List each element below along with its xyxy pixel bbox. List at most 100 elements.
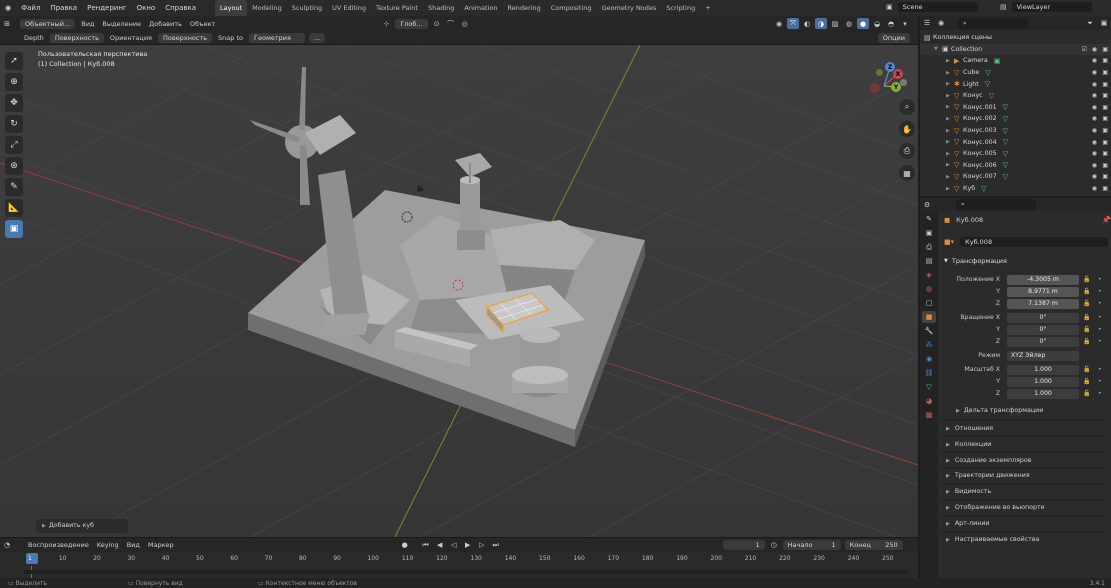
shading-wireframe-icon[interactable]: ◍ bbox=[843, 18, 855, 29]
tab-rendering[interactable]: Rendering bbox=[503, 0, 546, 16]
camera-render-icon[interactable]: ▣ bbox=[1102, 92, 1108, 99]
menu-object[interactable]: Объект bbox=[186, 20, 219, 28]
collapsed-panel[interactable]: ▶ Настраиваемые свойства bbox=[942, 530, 1107, 546]
eye-icon[interactable]: ◉ bbox=[1092, 81, 1097, 88]
eye-icon[interactable]: ◉ bbox=[1092, 150, 1097, 157]
expand-icon[interactable]: ▶ bbox=[946, 139, 954, 145]
expand-icon[interactable]: ▶ bbox=[946, 128, 954, 134]
output-tab-icon[interactable]: ⎙ bbox=[922, 241, 936, 253]
shading-material-icon[interactable]: ◒ bbox=[871, 18, 883, 29]
options-dropdown[interactable]: Опции bbox=[877, 32, 910, 43]
camera-render-icon[interactable]: ▣ bbox=[1102, 46, 1108, 53]
camera-render-icon[interactable]: ▣ bbox=[1102, 150, 1108, 157]
editor-type-icon[interactable]: ⊞ bbox=[1, 18, 13, 29]
add-cube-tool-icon[interactable]: ▣ bbox=[5, 220, 23, 238]
outliner-search[interactable]: ⌕ bbox=[958, 17, 1028, 29]
eye-icon[interactable]: ◉ bbox=[1092, 139, 1097, 146]
view-layer-tab-icon[interactable]: ▤ bbox=[922, 255, 936, 267]
expand-icon[interactable]: ▶ bbox=[946, 104, 954, 110]
transform-tool-icon[interactable]: ⊛ bbox=[5, 157, 23, 175]
scene-collection-row[interactable]: ▤ Коллекция сцены bbox=[920, 32, 1111, 44]
keyframe-dot-icon[interactable]: • bbox=[1098, 326, 1102, 333]
keyframe-dot-icon[interactable]: • bbox=[1098, 390, 1102, 397]
transform-orientation-dropdown[interactable]: Глоб... bbox=[395, 18, 428, 29]
outliner-item[interactable]: ▶ ▽ Конус.007 ▽ ◉ ▣ bbox=[920, 171, 1111, 183]
collapsed-panel[interactable]: ▶ Отображение во вьюпорте bbox=[942, 499, 1107, 514]
expand-icon[interactable]: ▶ bbox=[946, 93, 954, 99]
tab-shading[interactable]: Shading bbox=[423, 0, 459, 16]
camera-render-icon[interactable]: ▣ bbox=[1102, 115, 1108, 122]
tool-tab-icon[interactable]: ✎ bbox=[922, 213, 936, 225]
rotation-mode-dropdown[interactable]: XYZ Эйлер bbox=[1007, 351, 1079, 361]
tab-modeling[interactable]: Modeling bbox=[247, 0, 287, 16]
eye-icon[interactable]: ◉ bbox=[1092, 46, 1097, 53]
more-options-button[interactable]: ... bbox=[309, 32, 326, 43]
physics-tab-icon[interactable]: ◉ bbox=[922, 353, 936, 365]
3d-viewport[interactable]: Пользовательская перспектива (1) Collect… bbox=[0, 45, 918, 537]
measure-tool-icon[interactable]: 📐 bbox=[5, 199, 23, 217]
outliner-item[interactable]: ▶ ▽ Конус.005 ▽ ◉ ▣ bbox=[920, 148, 1111, 160]
playback-menu[interactable]: Воспроизведение bbox=[24, 541, 93, 549]
menu-help[interactable]: Справка bbox=[160, 0, 201, 16]
checkbox-icon[interactable]: ☑ bbox=[1082, 46, 1087, 53]
scale-x-field[interactable]: 1.000 bbox=[1007, 365, 1079, 375]
keyframe-dot-icon[interactable]: • bbox=[1098, 288, 1102, 295]
object-name-field[interactable]: Куб.008 bbox=[960, 237, 1109, 247]
last-operator-panel[interactable]: ▶ Добавить куб bbox=[36, 519, 128, 533]
camera-render-icon[interactable]: ▣ bbox=[1102, 57, 1108, 64]
tab-texture-paint[interactable]: Texture Paint bbox=[371, 0, 423, 16]
expand-icon[interactable]: ▶ bbox=[946, 81, 954, 87]
menu-select[interactable]: Выделение bbox=[98, 20, 145, 28]
camera-render-icon[interactable]: ▣ bbox=[1102, 139, 1108, 146]
timeline-editor-icon[interactable]: ◔ bbox=[1, 540, 13, 551]
outliner-item[interactable]: ▶ ▽ Конус.003 ▽ ◉ ▣ bbox=[920, 125, 1111, 137]
shading-solid-icon[interactable]: ● bbox=[857, 18, 869, 29]
collection-tab-icon[interactable]: ▢ bbox=[922, 297, 936, 309]
location-x-field[interactable]: -4.3005 m bbox=[1007, 275, 1079, 285]
expand-icon[interactable]: ▶ bbox=[946, 151, 954, 157]
proportional-edit-icon[interactable]: ◎ bbox=[459, 18, 471, 29]
object-tab-icon[interactable]: ■ bbox=[922, 311, 936, 323]
outliner-item[interactable]: ▶ ▽ Cube ▽ ◉ ▣ bbox=[920, 67, 1111, 79]
play-reverse-icon[interactable]: ◁ bbox=[448, 540, 460, 551]
collapsed-panel[interactable]: ▶ Создание экземпляров bbox=[942, 451, 1107, 467]
orientation-dropdown[interactable]: Поверхность bbox=[157, 32, 213, 43]
lock-icon[interactable]: 🔓 bbox=[1083, 366, 1090, 373]
lock-icon[interactable]: 🔓 bbox=[1083, 300, 1090, 307]
pan-hand-icon[interactable]: ✋ bbox=[899, 121, 915, 137]
gizmo-neg-y-icon[interactable] bbox=[876, 69, 883, 76]
pivot-icon[interactable]: ⊙ bbox=[431, 18, 443, 29]
viewlayer-name[interactable]: ViewLayer bbox=[1011, 2, 1092, 12]
eye-icon[interactable]: ◉ bbox=[1092, 127, 1097, 134]
tab-compositing[interactable]: Compositing bbox=[546, 0, 597, 16]
gizmo-x-icon[interactable]: X bbox=[893, 69, 903, 79]
eye-icon[interactable]: ◉ bbox=[1092, 57, 1097, 64]
zoom-icon[interactable]: ⌕ bbox=[899, 99, 915, 115]
outliner-item[interactable]: ▶ ▽ Конус.004 ▽ ◉ ▣ bbox=[920, 136, 1111, 148]
collection-row[interactable]: ▼ ▣ Collection ☑ ◉ ▣ bbox=[920, 43, 1111, 56]
timeline-view-menu[interactable]: Вид bbox=[123, 541, 144, 549]
menu-window[interactable]: Окно bbox=[132, 0, 161, 16]
tab-sculpting[interactable]: Sculpting bbox=[287, 0, 327, 16]
eye-icon[interactable]: ◉ bbox=[1092, 104, 1097, 111]
expand-icon[interactable]: ▶ bbox=[946, 174, 954, 180]
lock-icon[interactable]: 🔓 bbox=[1083, 390, 1090, 397]
menu-add[interactable]: Добавить bbox=[145, 20, 186, 28]
rotation-z-field[interactable]: 0° bbox=[1007, 337, 1079, 347]
keyframe-dot-icon[interactable]: • bbox=[1098, 366, 1102, 373]
camera-render-icon[interactable]: ▣ bbox=[1102, 173, 1108, 180]
keyframe-dot-icon[interactable]: • bbox=[1098, 300, 1102, 307]
camera-render-icon[interactable]: ▣ bbox=[1102, 127, 1108, 134]
new-collection-icon[interactable]: ▣ bbox=[1098, 18, 1110, 29]
outliner-item[interactable]: ▶ ▽ Конус ▽ ◉ ▣ bbox=[920, 90, 1111, 102]
camera-render-icon[interactable]: ▣ bbox=[1102, 104, 1108, 111]
overlay-toggle-icon[interactable]: ◑ bbox=[815, 18, 827, 29]
scale-y-field[interactable]: 1.000 bbox=[1007, 377, 1079, 387]
keying-menu[interactable]: Keying bbox=[93, 541, 123, 549]
outliner-editor-icon[interactable]: ☰ bbox=[921, 18, 933, 29]
next-key-icon[interactable]: ▷ bbox=[476, 540, 488, 551]
keyframe-dot-icon[interactable]: • bbox=[1098, 378, 1102, 385]
lock-icon[interactable]: 🔓 bbox=[1083, 378, 1090, 385]
expand-icon[interactable]: ▶ bbox=[946, 186, 954, 192]
camera-render-icon[interactable]: ▣ bbox=[1102, 69, 1108, 76]
